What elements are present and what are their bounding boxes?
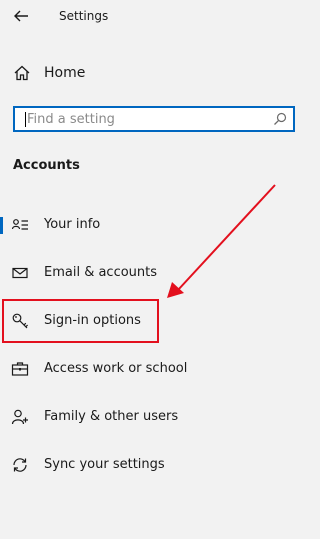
back-button[interactable] (10, 5, 32, 27)
search-box[interactable] (13, 106, 295, 132)
sidebar-item-label: Access work or school (44, 361, 188, 376)
sidebar-item-label: Family & other users (44, 409, 179, 424)
sidebar-item-your-info[interactable]: Your info (0, 208, 318, 242)
search-input[interactable] (27, 108, 267, 130)
sidebar-item-access-work-school[interactable]: Access work or school (0, 352, 318, 386)
section-heading: Accounts (13, 158, 80, 173)
home-link[interactable]: Home (0, 60, 318, 88)
person-add-icon (11, 409, 28, 425)
envelope-icon (12, 267, 28, 279)
briefcase-icon (11, 362, 29, 376)
home-label: Home (44, 65, 86, 81)
sidebar-item-label: Sign-in options (44, 313, 141, 328)
sidebar-item-sign-in-options[interactable]: Sign-in options (0, 304, 318, 338)
key-icon (12, 313, 29, 329)
back-arrow-icon (14, 10, 28, 22)
title-bar: Settings (0, 0, 318, 34)
search-icon[interactable] (273, 112, 287, 126)
person-card-icon (11, 219, 28, 230)
home-icon (14, 65, 30, 81)
sync-icon (13, 458, 27, 472)
sidebar-item-family-users[interactable]: Family & other users (0, 400, 318, 434)
sidebar-item-label: Your info (44, 217, 101, 232)
selection-indicator (0, 217, 3, 234)
sidebar-item-label: Sync your settings (44, 457, 165, 472)
window-title: Settings (59, 9, 109, 23)
text-caret (25, 112, 26, 127)
sidebar-item-sync-settings[interactable]: Sync your settings (0, 448, 318, 482)
sidebar-item-email-accounts[interactable]: Email & accounts (0, 256, 318, 290)
sidebar-item-label: Email & accounts (44, 265, 158, 280)
